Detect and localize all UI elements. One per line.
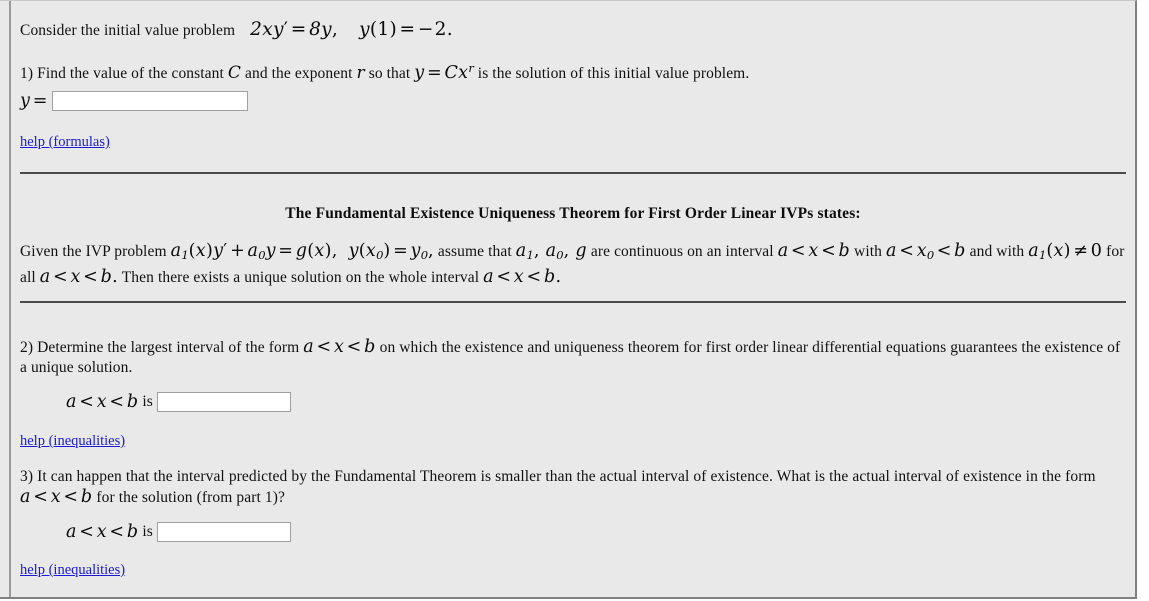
question-3-answer-is-label: is xyxy=(142,523,153,540)
theorem-line1-text2: assume that xyxy=(437,243,512,260)
help-inequalities-link-2[interactable]: help (inequalities) xyxy=(20,562,125,578)
theorem-math-ode: a1(x)y′ + a0y = g(x), xyxy=(170,241,338,262)
question-1-answer-label: y = xyxy=(20,91,48,111)
question-1-math-C: C xyxy=(227,63,242,83)
question-1-answer-input[interactable] xyxy=(52,91,249,111)
theorem-line1-text5: and with xyxy=(969,243,1025,260)
theorem-line2-text2: Then there exists a unique solution on t… xyxy=(121,269,480,286)
question-3-answer-input[interactable] xyxy=(156,522,291,542)
question-2-answer-label: a < x < b xyxy=(66,392,139,412)
question-2-answer-input[interactable] xyxy=(156,392,291,412)
theorem-math-interval-1: a < x < b xyxy=(777,241,851,261)
question-1-text-a: Find the value of the constant xyxy=(37,65,224,82)
theorem-title: The Fundamental Existence Uniqueness The… xyxy=(285,205,861,222)
question-2-text-a: Determine the largest interval of the fo… xyxy=(37,339,300,356)
question-2-math-interval: a < x < b xyxy=(303,337,376,357)
help-inequalities-link-1[interactable]: help (inequalities) xyxy=(20,433,125,449)
question-3-answer-label: a < x < b xyxy=(66,522,139,542)
question-2-answer-is-label: is xyxy=(142,393,153,410)
question-1-text-b: and the exponent xyxy=(245,65,353,82)
problem-statement: Consider the initial value problem 2xy′ =… xyxy=(20,20,1126,41)
theorem-math-initial-condition: y(x0) = y0, xyxy=(348,241,434,262)
question-3-text-b: for the solution (from part 1)? xyxy=(96,489,285,506)
divider-top xyxy=(20,172,1126,174)
theorem-math-interval-x0: a < x0 < b xyxy=(885,241,966,262)
problem-initial-condition-math: y(1) = −2. xyxy=(359,19,453,40)
question-1-text-c: so that xyxy=(368,65,411,82)
question-3-number: 3) xyxy=(20,468,34,485)
theorem-line1-text4: with xyxy=(854,243,882,260)
theorem-line1-text1: Given the IVP problem xyxy=(20,243,167,260)
question-2-answer-row: a < x < b is xyxy=(20,392,1126,412)
problem-ode-math: 2xy′ = 8y, xyxy=(250,19,339,40)
theorem-math-nonzero: a1(x) ≠ 0 xyxy=(1028,241,1103,262)
question-1-number: 1) xyxy=(20,65,34,82)
theorem-math-interval-3: a < x < b. xyxy=(483,267,562,287)
theorem-line1-text3: are continuous on an interval xyxy=(590,243,774,260)
divider-bottom xyxy=(20,301,1126,303)
page-content-frame: Consider the initial value problem 2xy′ =… xyxy=(9,1,1135,597)
question-1-answer-row: y = xyxy=(20,91,1126,111)
question-1-text-d: is the solution of this initial value pr… xyxy=(477,65,750,82)
theorem-body: Given the IVP problem a1(x)y′ + a0y = g(x), … xyxy=(20,240,1126,289)
theorem-math-interval-2: a < x < b. xyxy=(39,267,119,287)
problem-page: Consider the initial value problem 2xy′ =… xyxy=(0,0,1137,599)
question-3-math-interval: a < x < b xyxy=(20,487,93,507)
question-1-math-r: r xyxy=(356,63,365,83)
question-3-text: 3) It can happen that the interval predi… xyxy=(20,467,1126,508)
question-3-answer-row: a < x < b is xyxy=(20,522,1126,542)
question-1-text: 1) Find the value of the constant C and … xyxy=(20,58,1126,84)
question-3-text-a: It can happen that the interval predicte… xyxy=(37,468,1096,485)
question-2-text: 2) Determine the largest interval of the… xyxy=(20,337,1126,378)
help-formulas-link[interactable]: help (formulas) xyxy=(20,134,110,150)
question-1-math-solution: y = Cxr xyxy=(414,61,474,83)
theorem-math-coefficients: a1, a0, g xyxy=(515,241,587,262)
question-2-number: 2) xyxy=(20,339,34,356)
problem-intro-text: Consider the initial value problem xyxy=(20,22,236,39)
